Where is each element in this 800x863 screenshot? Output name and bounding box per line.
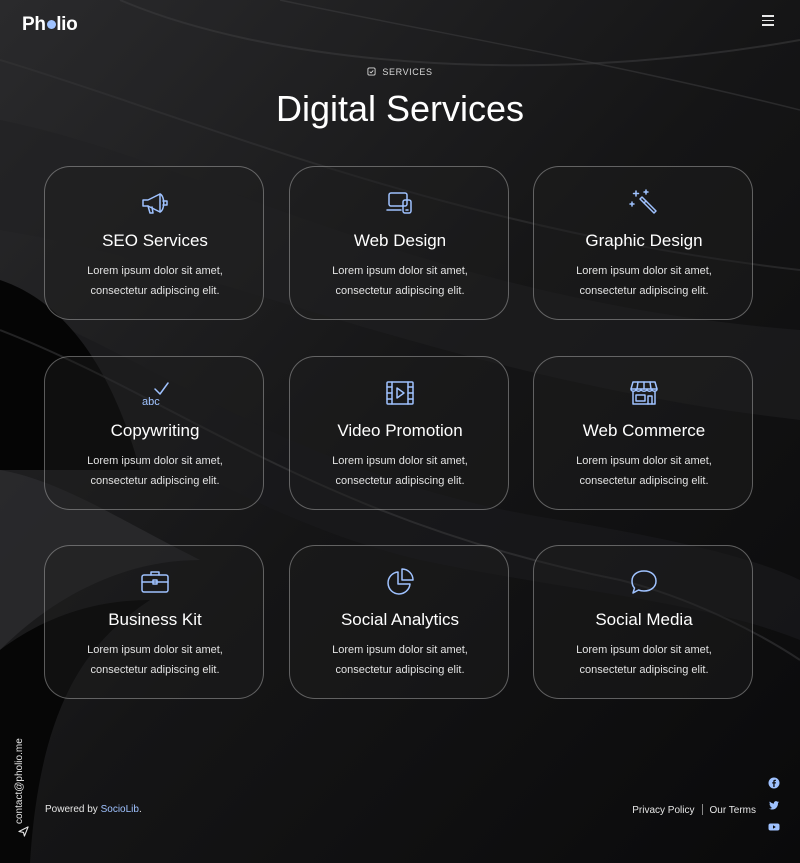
service-description-line: Lorem ipsum dolor sit amet, bbox=[576, 644, 712, 656]
terms-link[interactable]: Our Terms bbox=[710, 805, 757, 816]
service-title: SEO Services bbox=[102, 231, 208, 250]
service-card-web-design[interactable]: Web Design Lorem ipsum dolor sit amet, c… bbox=[289, 166, 509, 320]
service-description-line: Lorem ipsum dolor sit amet, bbox=[576, 265, 712, 277]
service-card-social-analytics[interactable]: Social Analytics Lorem ipsum dolor sit a… bbox=[289, 545, 509, 699]
youtube-icon[interactable] bbox=[768, 821, 780, 833]
shop-icon bbox=[628, 377, 660, 409]
sociolib-link[interactable]: SocioLib bbox=[101, 804, 139, 815]
service-card-web-commerce[interactable]: Web Commerce Lorem ipsum dolor sit amet,… bbox=[533, 356, 753, 510]
service-description-line: Lorem ipsum dolor sit amet, bbox=[332, 455, 468, 467]
service-card-video-promotion[interactable]: Video Promotion Lorem ipsum dolor sit am… bbox=[289, 356, 509, 510]
pie-chart-icon bbox=[384, 566, 416, 598]
service-card-copywriting[interactable]: abc Copywriting Lorem ipsum dolor sit am… bbox=[44, 356, 264, 510]
service-title: Business Kit bbox=[108, 610, 202, 629]
section-eyebrow: SERVICES bbox=[0, 67, 800, 77]
briefcase-icon bbox=[139, 566, 171, 598]
service-description-line: consectetur adipiscing elit. bbox=[90, 475, 220, 487]
service-description-line: Lorem ipsum dolor sit amet, bbox=[87, 265, 223, 277]
eyebrow-label: SERVICES bbox=[382, 67, 433, 77]
service-title: Social Analytics bbox=[340, 610, 460, 629]
check-square-icon bbox=[367, 67, 376, 76]
footer-divider bbox=[701, 804, 703, 815]
powered-by-text: Powered by bbox=[45, 804, 98, 815]
send-icon bbox=[18, 826, 29, 837]
service-title: Copywriting bbox=[110, 421, 200, 440]
film-icon bbox=[384, 377, 416, 409]
service-description-line: consectetur adipiscing elit. bbox=[579, 285, 709, 297]
service-card-graphic-design[interactable]: Graphic Design Lorem ipsum dolor sit ame… bbox=[533, 166, 753, 320]
hamburger-menu-icon[interactable] bbox=[762, 15, 774, 26]
service-title: Graphic Design bbox=[585, 231, 703, 250]
service-title: Video Promotion bbox=[337, 421, 463, 440]
service-description-line: Lorem ipsum dolor sit amet, bbox=[576, 455, 712, 467]
service-description: Lorem ipsum dolor sit amet, consectetur … bbox=[552, 451, 736, 491]
logo-text-right: lio bbox=[56, 14, 78, 35]
logo-dot bbox=[46, 20, 56, 29]
spellcheck-icon: abc bbox=[139, 377, 171, 409]
service-description-line: Lorem ipsum dolor sit amet, bbox=[332, 644, 468, 656]
service-title: Web Design bbox=[353, 231, 447, 250]
footer-links: Privacy Policy Our Terms bbox=[632, 804, 756, 816]
devices-icon bbox=[384, 187, 416, 219]
privacy-policy-link[interactable]: Privacy Policy bbox=[632, 805, 694, 816]
service-title: Social Media bbox=[595, 610, 693, 629]
page-title: Digital Services bbox=[275, 88, 525, 129]
service-description-line: Lorem ipsum dolor sit amet, bbox=[332, 265, 468, 277]
service-description: Lorem ipsum dolor sit amet, consectetur … bbox=[63, 451, 247, 491]
service-description: Lorem ipsum dolor sit amet, consectetur … bbox=[308, 451, 492, 491]
top-bar: Ph lio bbox=[0, 0, 800, 48]
service-description-line: consectetur adipiscing elit. bbox=[335, 285, 465, 297]
svg-text:abc: abc bbox=[142, 396, 160, 408]
service-card-seo[interactable]: SEO Services Lorem ipsum dolor sit amet,… bbox=[44, 166, 264, 320]
service-description: Lorem ipsum dolor sit amet, consectetur … bbox=[63, 640, 247, 680]
service-description-line: Lorem ipsum dolor sit amet, bbox=[87, 455, 223, 467]
service-description-line: Lorem ipsum dolor sit amet, bbox=[87, 644, 223, 656]
service-description: Lorem ipsum dolor sit amet, consectetur … bbox=[308, 261, 492, 301]
service-description-line: consectetur adipiscing elit. bbox=[90, 664, 220, 676]
twitter-icon[interactable] bbox=[768, 799, 780, 811]
service-description-line: consectetur adipiscing elit. bbox=[579, 664, 709, 676]
service-description: Lorem ipsum dolor sit amet, consectetur … bbox=[308, 640, 492, 680]
powered-by-suffix: . bbox=[138, 804, 142, 815]
contact-email-link[interactable]: contact@pholio.me bbox=[12, 736, 36, 837]
service-description: Lorem ipsum dolor sit amet, consectetur … bbox=[63, 261, 247, 301]
magic-wand-icon bbox=[628, 187, 660, 219]
service-card-business-kit[interactable]: Business Kit Lorem ipsum dolor sit amet,… bbox=[44, 545, 264, 699]
megaphone-icon bbox=[139, 187, 171, 219]
service-description-line: consectetur adipiscing elit. bbox=[90, 285, 220, 297]
service-description-line: consectetur adipiscing elit. bbox=[335, 664, 465, 676]
logo-text-left: Ph bbox=[22, 14, 46, 35]
logo[interactable]: Ph lio bbox=[22, 14, 78, 36]
social-links bbox=[768, 777, 782, 843]
service-description: Lorem ipsum dolor sit amet, consectetur … bbox=[552, 640, 736, 680]
service-description-line: consectetur adipiscing elit. bbox=[579, 475, 709, 487]
service-description-line: consectetur adipiscing elit. bbox=[335, 475, 465, 487]
contact-email: contact@pholio.me bbox=[14, 738, 25, 824]
service-title: Web Commerce bbox=[582, 421, 706, 440]
chat-bubble-icon bbox=[628, 566, 660, 598]
footer-credit: Powered by SocioLib. bbox=[45, 804, 142, 815]
facebook-icon[interactable] bbox=[768, 777, 780, 789]
service-description: Lorem ipsum dolor sit amet, consectetur … bbox=[552, 261, 736, 301]
service-card-social-media[interactable]: Social Media Lorem ipsum dolor sit amet,… bbox=[533, 545, 753, 699]
